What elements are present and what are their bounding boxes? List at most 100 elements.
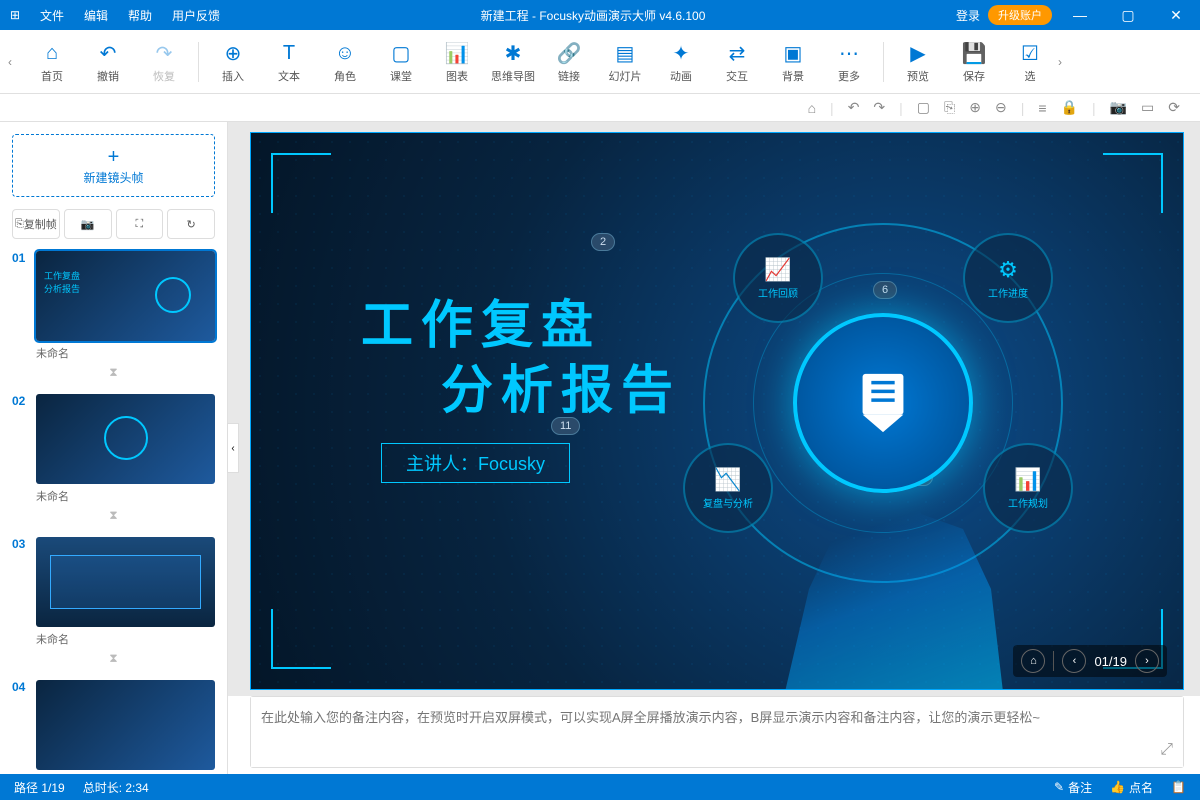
canvas-tool-icon[interactable]: ▭ [1141, 99, 1154, 116]
node-label: 工作进度 [988, 285, 1028, 300]
status-notes-button[interactable]: ✎ 备注 [1054, 779, 1092, 796]
tool-icon: ▶ [910, 40, 925, 68]
home-nav-button[interactable]: ⌂ [1021, 649, 1045, 673]
camera-button[interactable]: 📷 [64, 209, 112, 239]
tool-图表[interactable]: 📊图表 [429, 32, 485, 92]
separator [883, 42, 884, 82]
thumb-preview[interactable] [36, 537, 215, 627]
loop-button[interactable]: ↻ [167, 209, 215, 239]
orbit-node: 📉复盘与分析 [683, 443, 773, 533]
tool-背景[interactable]: ▣背景 [765, 32, 821, 92]
camera-icon: 📷 [81, 218, 95, 231]
close-button[interactable]: ✕ [1156, 7, 1196, 24]
tool-课堂[interactable]: ▢课堂 [373, 32, 429, 92]
toolbar-scroll-left-icon[interactable]: ‹ [8, 55, 24, 69]
thumb-label: 未命名 [12, 484, 215, 506]
separator [1053, 651, 1054, 671]
tool-文本[interactable]: T文本 [261, 32, 317, 92]
tool-label: 选 [1025, 68, 1036, 84]
tool-选[interactable]: ☑选 [1002, 32, 1058, 92]
notes-input[interactable] [251, 697, 1183, 767]
menu-help[interactable]: 帮助 [118, 7, 162, 24]
thumb-number: 03 [12, 537, 30, 551]
tool-插入[interactable]: ⊕插入 [205, 32, 261, 92]
tool-思维导图[interactable]: ✱思维导图 [485, 32, 541, 92]
plus-icon: + [108, 146, 120, 169]
canvas-tool-icon[interactable]: ≡ [1038, 100, 1046, 116]
copy-frame-button[interactable]: ⎘ 复制帧 [12, 209, 60, 239]
minimize-button[interactable]: — [1060, 7, 1100, 23]
upgrade-button[interactable]: 升级账户 [988, 5, 1052, 25]
tool-交互[interactable]: ⇄交互 [709, 32, 765, 92]
slide[interactable]: 工作复盘 分析报告 主讲人：Focusky 2 11 6 15 [250, 132, 1184, 690]
orbit-node: 📈工作回顾 [733, 233, 823, 323]
node-label: 复盘与分析 [703, 495, 753, 510]
status-like-button[interactable]: 👍 点名 [1110, 779, 1153, 796]
tool-icon: ▤ [616, 40, 635, 68]
prev-slide-button[interactable]: ‹ [1062, 649, 1086, 673]
canvas-wrap: ‹ 工作复盘 分析报告 主讲人：Focusky 2 11 6 15 [228, 122, 1200, 774]
canvas-tool-icon[interactable]: ↶ [848, 99, 860, 116]
canvas-toolbar: ⌂|↶↷|▢⎘⊕⊖|≡🔒|📷▭⟳ [0, 94, 1200, 122]
frame-corner [271, 153, 331, 213]
thumb-item[interactable]: 01工作复盘分析报告未命名⧗ [0, 247, 227, 390]
canvas: 工作复盘 分析报告 主讲人：Focusky 2 11 6 15 [228, 122, 1200, 696]
new-frame-button[interactable]: + 新建镜头帧 [12, 134, 215, 197]
tool-撤销[interactable]: ↶撤销 [80, 32, 136, 92]
tool-icon: T [283, 40, 295, 68]
canvas-tool-icon[interactable]: 🔒 [1061, 99, 1078, 116]
menu-feedback[interactable]: 用户反馈 [162, 7, 230, 24]
status-bar: 路径 1/19 总时长: 2:34 ✎ 备注 👍 点名 📋 [0, 774, 1200, 800]
thumb-item[interactable]: 02未命名⧗ [0, 390, 227, 533]
tool-链接[interactable]: 🔗链接 [541, 32, 597, 92]
tool-恢复[interactable]: ↷恢复 [136, 32, 192, 92]
collapse-sidebar-button[interactable]: ‹ [227, 423, 239, 473]
canvas-tool-icon[interactable]: ⎘ [944, 99, 955, 116]
tool-label: 图表 [446, 68, 468, 84]
tool-更多[interactable]: ⋯更多 [821, 32, 877, 92]
title-bar: ⊞ 文件 编辑 帮助 用户反馈 新建工程 - Focusky动画演示大师 v4.… [0, 0, 1200, 30]
tool-动画[interactable]: ✦动画 [653, 32, 709, 92]
next-slide-button[interactable]: › [1135, 649, 1159, 673]
tool-预览[interactable]: ▶预览 [890, 32, 946, 92]
menu-file[interactable]: 文件 [30, 7, 74, 24]
tool-幻灯片[interactable]: ▤幻灯片 [597, 32, 653, 92]
canvas-tool-icon[interactable]: ⊕ [969, 99, 981, 116]
tool-角色[interactable]: ☺角色 [317, 32, 373, 92]
tool-首页[interactable]: ⌂首页 [24, 32, 80, 92]
thumb-timer-icon: ⧗ [12, 506, 215, 529]
tool-icon: ☺ [335, 40, 355, 68]
canvas-tool-icon[interactable]: 📷 [1110, 99, 1127, 116]
tool-label: 恢复 [153, 68, 175, 84]
tool-icon: 📊 [445, 40, 470, 68]
thumb-preview[interactable] [36, 394, 215, 484]
menu-edit[interactable]: 编辑 [74, 7, 118, 24]
thumb-preview[interactable] [36, 680, 215, 770]
slide-counter: 01/19 [1094, 654, 1127, 669]
frame-tools: ⎘ 复制帧 📷 ⛶ ↻ [0, 209, 227, 247]
canvas-tool-icon[interactable]: ↷ [873, 99, 885, 116]
tool-label: 幻灯片 [609, 68, 642, 84]
tool-保存[interactable]: 💾保存 [946, 32, 1002, 92]
crop-button[interactable]: ⛶ [116, 209, 164, 239]
canvas-tool-icon[interactable]: ⊖ [995, 99, 1007, 116]
tool-icon: ↷ [156, 40, 173, 68]
crop-icon: ⛶ [136, 218, 144, 231]
thumb-item[interactable]: 03未命名⧗ [0, 533, 227, 676]
login-link[interactable]: 登录 [956, 7, 980, 24]
expand-notes-icon[interactable]: ⤢ [1160, 741, 1173, 759]
thumb-label: 未命名 [12, 627, 215, 649]
thumb-preview[interactable]: 工作复盘分析报告 [36, 251, 215, 341]
toolbar-scroll-right-icon[interactable]: › [1058, 55, 1074, 69]
maximize-button[interactable]: ▢ [1108, 7, 1148, 24]
canvas-tool-icon[interactable]: ⟳ [1168, 99, 1180, 116]
tool-label: 交互 [726, 68, 748, 84]
status-clipboard-icon[interactable]: 📋 [1171, 780, 1186, 794]
tool-icon: 💾 [962, 40, 987, 68]
canvas-tool-icon[interactable]: ⌂ [808, 100, 816, 116]
gear-icon: ⚙ [998, 257, 1018, 283]
tool-label: 思维导图 [491, 68, 535, 84]
thumb-item[interactable]: 04 [0, 676, 227, 774]
tool-label: 文本 [278, 68, 300, 84]
canvas-tool-icon[interactable]: ▢ [917, 99, 930, 116]
